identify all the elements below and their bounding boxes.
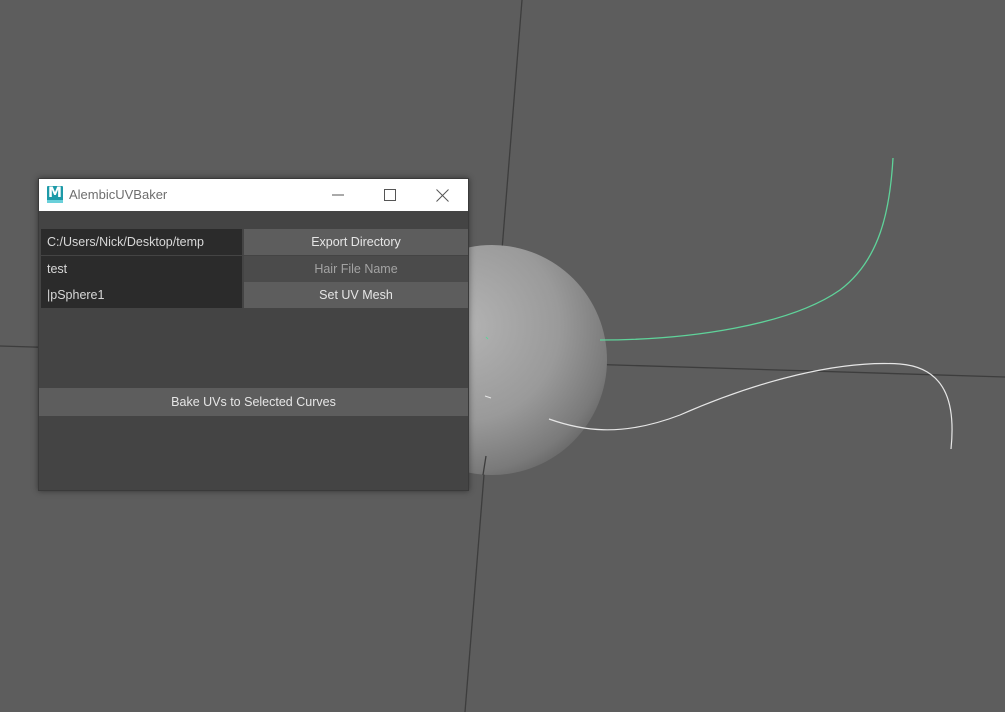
hair-curve[interactable] (548, 362, 953, 450)
set-uv-mesh-button[interactable]: Set UV Mesh (244, 282, 468, 308)
export-directory-button[interactable]: Export Directory (244, 229, 468, 255)
hair-file-name-label: Hair File Name (244, 256, 468, 282)
export-directory-field[interactable] (41, 229, 242, 255)
window-title: AlembicUVBaker (69, 187, 168, 202)
hair-file-name-row: Hair File Name (41, 256, 468, 282)
uv-mesh-row: Set UV Mesh (41, 282, 468, 308)
maximize-button[interactable] (367, 179, 413, 211)
export-directory-row: Export Directory (41, 229, 468, 255)
maya-app-icon: M (47, 185, 63, 203)
maximize-icon (384, 189, 396, 201)
alembic-uv-baker-window: M AlembicUVBaker Export Directory Hair F… (38, 178, 469, 491)
hair-curve-selected[interactable] (599, 157, 894, 341)
hair-file-name-field[interactable] (41, 256, 242, 282)
bake-uvs-button[interactable]: Bake UVs to Selected Curves (39, 388, 468, 416)
close-button[interactable] (419, 179, 465, 211)
minimize-icon (332, 194, 344, 196)
minimize-button[interactable] (315, 179, 361, 211)
close-icon (435, 188, 449, 202)
window-titlebar[interactable]: M AlembicUVBaker (39, 179, 468, 211)
uv-mesh-field[interactable] (41, 282, 242, 308)
